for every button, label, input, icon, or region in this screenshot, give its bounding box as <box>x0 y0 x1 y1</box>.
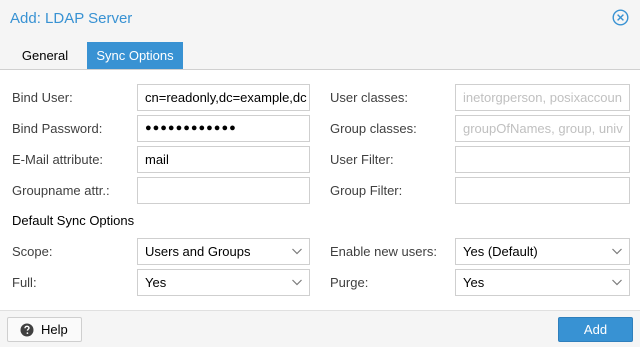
dialog-titlebar: Add: LDAP Server <box>0 0 640 37</box>
group-classes-input[interactable]: groupOfNames, group, univ <box>455 115 630 142</box>
scope-label: Scope: <box>12 244 53 259</box>
email-attribute-label: E-Mail attribute: <box>12 152 104 167</box>
groupname-attr-label: Groupname attr.: <box>12 183 110 198</box>
bind-password-label: Bind Password: <box>12 121 103 136</box>
group-classes-label: Group classes: <box>330 121 417 136</box>
purge-select[interactable]: Yes <box>455 269 630 296</box>
question-circle-icon <box>20 323 34 337</box>
chevron-down-icon <box>612 248 622 255</box>
enable-new-users-label: Enable new users: <box>330 244 437 259</box>
purge-label: Purge: <box>330 275 369 290</box>
user-filter-label: User Filter: <box>330 152 394 167</box>
enable-new-users-value: Yes (Default) <box>463 244 538 259</box>
scope-select[interactable]: Users and Groups <box>137 238 310 265</box>
default-sync-heading: Default Sync Options <box>12 213 135 228</box>
user-classes-label: User classes: <box>330 90 409 105</box>
close-icon[interactable] <box>612 9 629 26</box>
bind-password-input[interactable]: ●●●●●●●●●●●● <box>137 115 310 142</box>
groupname-attr-input[interactable] <box>137 177 310 204</box>
tab-sync-options[interactable]: Sync Options <box>87 42 183 69</box>
dialog-footer: Help Add <box>0 310 640 347</box>
group-filter-input[interactable] <box>455 177 630 204</box>
group-filter-label: Group Filter: <box>330 183 403 198</box>
add-button[interactable]: Add <box>558 317 633 342</box>
chevron-down-icon <box>292 279 302 286</box>
chevron-down-icon <box>612 279 622 286</box>
email-attribute-input[interactable]: mail <box>137 146 310 173</box>
ldap-dialog: Add: LDAP Server General Sync Options Bi… <box>0 0 640 347</box>
full-label: Full: <box>12 275 37 290</box>
bind-user-label: Bind User: <box>12 90 73 105</box>
user-filter-input[interactable] <box>455 146 630 173</box>
dialog-title: Add: LDAP Server <box>10 10 133 27</box>
tab-general[interactable]: General <box>11 42 79 69</box>
full-select[interactable]: Yes <box>137 269 310 296</box>
enable-new-users-select[interactable]: Yes (Default) <box>455 238 630 265</box>
chevron-down-icon <box>292 248 302 255</box>
bind-user-input[interactable]: cn=readonly,dc=example,dc <box>137 84 310 111</box>
scope-value: Users and Groups <box>145 244 251 259</box>
help-button[interactable]: Help <box>7 317 82 342</box>
full-value: Yes <box>145 275 167 290</box>
tab-bar: General Sync Options <box>0 37 640 70</box>
user-classes-input[interactable]: inetorgperson, posixaccoun <box>455 84 630 111</box>
help-button-label: Help <box>41 322 68 337</box>
purge-value: Yes <box>463 275 485 290</box>
